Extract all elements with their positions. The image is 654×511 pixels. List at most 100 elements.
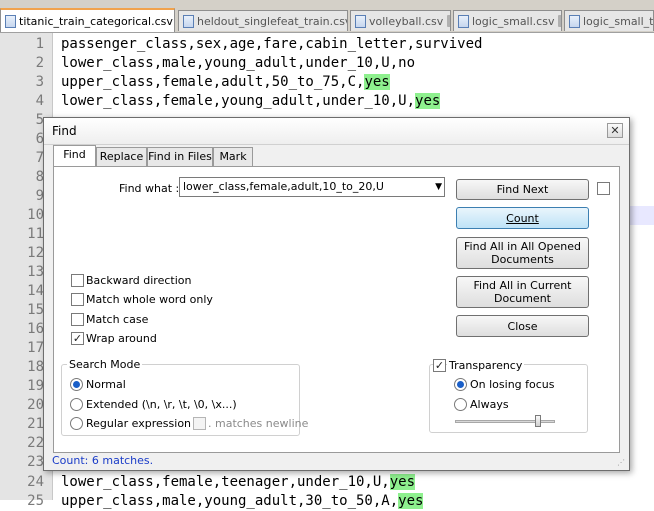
line-number: 14 xyxy=(27,283,44,299)
transparency-checkbox[interactable]: ✓ xyxy=(433,359,446,372)
tab-label: logic_small_tes xyxy=(583,14,654,28)
button-label-line1: Find All in Current xyxy=(473,279,572,292)
line-number: 18 xyxy=(27,359,44,375)
line-text-content: upper_class,male,young_adult,30_to_50,A, xyxy=(61,493,399,509)
search-mode-title: Search Mode xyxy=(67,358,143,371)
search-mode-regex-label: Regular expression xyxy=(86,417,192,430)
tab-close-icon[interactable]: ✕ xyxy=(447,15,450,27)
line-text: passenger_class,sex,age,fare,cabin_lette… xyxy=(61,35,482,54)
find-what-label: Find what : xyxy=(119,182,180,195)
line-number: 12 xyxy=(27,245,44,261)
tab-mark[interactable]: Mark xyxy=(213,147,253,166)
file-icon xyxy=(183,14,194,28)
line-number: 8 xyxy=(35,169,44,185)
count-button[interactable]: Count xyxy=(456,207,589,229)
line-number: 16 xyxy=(27,321,44,337)
find-all-opened-documents-button[interactable]: Find All in All Opened Documents xyxy=(456,237,589,269)
wrap-around-checkbox[interactable]: ✓ xyxy=(71,332,84,345)
tab-logic-small[interactable]: logic_small.csv ✕ xyxy=(453,10,562,31)
tab-replace[interactable]: Replace xyxy=(96,147,147,166)
line-text-content: lower_class,female,young_adult,under_10,… xyxy=(61,93,416,109)
line-number: 2 xyxy=(35,55,44,71)
tab-heldout-singlefeat-train[interactable]: heldout_singlefeat_train.csv ✕ xyxy=(178,10,348,31)
close-button[interactable]: Close xyxy=(456,315,589,337)
backward-direction-label: Backward direction xyxy=(86,274,192,287)
match-highlight: yes xyxy=(415,93,441,109)
line-number: 20 xyxy=(27,397,44,413)
dialog-title: Find xyxy=(52,124,77,138)
dialog-title-bar[interactable]: Find ✕ xyxy=(44,118,629,145)
tab-label: heldout_singlefeat_train.csv xyxy=(197,14,348,28)
search-mode-normal-radio[interactable] xyxy=(70,378,83,391)
match-whole-word-label: Match whole word only xyxy=(86,293,213,306)
on-losing-focus-label: On losing focus xyxy=(470,378,555,391)
line-number: 11 xyxy=(27,226,44,242)
line-number: 21 xyxy=(27,416,44,432)
status-message: Count: 6 matches. xyxy=(52,454,154,467)
button-label-line2: Documents xyxy=(491,253,554,266)
matches-newline-checkbox[interactable] xyxy=(193,417,206,430)
backward-direction-checkbox[interactable] xyxy=(71,274,84,287)
line-number: 9 xyxy=(35,188,44,204)
line-text-content: lower_class,female,teenager,under_10,U, xyxy=(61,474,390,490)
line-text: upper_class,male,young_adult,30_to_50,A,… xyxy=(61,492,424,511)
line-text-content: upper_class,female,adult,50_to_75,C, xyxy=(61,74,365,90)
match-whole-word-checkbox[interactable] xyxy=(71,293,84,306)
line-number: 17 xyxy=(27,340,44,356)
line-number: 5 xyxy=(35,112,44,128)
on-losing-focus-radio[interactable] xyxy=(454,378,467,391)
find-next-checkbox[interactable] xyxy=(597,182,610,195)
file-icon xyxy=(355,14,366,28)
tab-find[interactable]: Find xyxy=(53,145,96,167)
find-next-button[interactable]: Find Next xyxy=(456,179,589,200)
line-number: 15 xyxy=(27,302,44,318)
search-mode-regex-radio[interactable] xyxy=(70,417,83,430)
line-number: 1 xyxy=(35,36,44,52)
line-text: lower_class,female,teenager,under_10,U,y… xyxy=(61,473,416,492)
file-icon xyxy=(5,14,16,28)
line-number: 24 xyxy=(27,474,44,490)
tab-find-in-files[interactable]: Find in Files xyxy=(147,147,213,166)
match-highlight: yes xyxy=(364,74,390,90)
line-number: 22 xyxy=(27,435,44,451)
tab-label: volleyball.csv xyxy=(369,14,444,28)
tab-label: titanic_train_categorical.csv xyxy=(19,14,173,28)
dropdown-arrow-icon[interactable]: ▼ xyxy=(435,178,442,196)
tab-titanic-train-categorical[interactable]: titanic_train_categorical.csv ✕ xyxy=(0,8,175,32)
find-what-input[interactable]: lower_class,female,adult,10_to_20,U ▼ xyxy=(179,177,445,197)
button-label-line1: Find All in All Opened xyxy=(464,240,581,253)
file-icon xyxy=(569,14,580,28)
find-all-current-document-button[interactable]: Find All in Current Document xyxy=(456,276,589,308)
line-number: 23 xyxy=(27,454,44,470)
match-highlight: yes xyxy=(389,474,416,490)
match-case-label: Match case xyxy=(86,313,149,326)
line-text: lower_class,female,young_adult,under_10,… xyxy=(61,92,441,111)
line-number: 13 xyxy=(27,264,44,280)
line-text: lower_class,male,young_adult,under_10,U,… xyxy=(61,54,415,73)
transparency-slider-thumb[interactable] xyxy=(535,415,541,427)
tab-logic-small-test[interactable]: logic_small_tes xyxy=(564,10,654,31)
line-number: 3 xyxy=(35,74,44,90)
resize-grip-icon[interactable]: ⋰ xyxy=(617,458,627,468)
tab-volleyball[interactable]: volleyball.csv ✕ xyxy=(350,10,451,31)
line-number: 19 xyxy=(27,378,44,394)
line-number: 7 xyxy=(35,150,44,166)
button-label-line2: Document xyxy=(494,292,551,305)
always-radio[interactable] xyxy=(454,398,467,411)
search-mode-extended-radio[interactable] xyxy=(70,398,83,411)
document-tab-bar: titanic_train_categorical.csv ✕ heldout_… xyxy=(0,0,654,33)
count-label: Count xyxy=(506,211,539,225)
search-mode-extended-label: Extended (\n, \r, \t, \0, \x...) xyxy=(86,398,237,411)
match-case-checkbox[interactable] xyxy=(71,313,84,326)
match-highlight: yes xyxy=(398,493,424,509)
dialog-close-icon[interactable]: ✕ xyxy=(607,123,623,138)
file-icon xyxy=(458,14,469,28)
line-text-content: lower_class,male,young_adult,under_10,U,… xyxy=(61,55,416,71)
tab-close-icon[interactable]: ✕ xyxy=(558,15,561,27)
transparency-title: Transparency xyxy=(447,359,525,372)
line-number: 25 xyxy=(27,493,44,509)
tab-label: logic_small.csv xyxy=(472,14,555,28)
find-dialog: Find ✕ Find Replace Find in Files Mark F… xyxy=(43,117,630,471)
line-number: 6 xyxy=(35,131,44,147)
find-what-value: lower_class,female,adult,10_to_20,U xyxy=(183,180,384,193)
